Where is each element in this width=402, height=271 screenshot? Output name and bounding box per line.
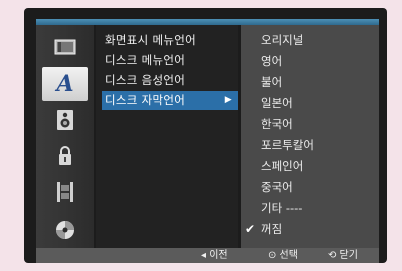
option-label: 한국어 [261, 117, 293, 131]
option-label: 오리지널 [261, 33, 304, 47]
option-french[interactable]: 불어 [241, 73, 379, 92]
film-icon[interactable] [42, 175, 88, 209]
option-japanese[interactable]: 일본어 [241, 94, 379, 113]
option-other[interactable]: 기타 ---- [241, 199, 379, 218]
prev-hint[interactable]: ◂ 이전 [201, 248, 228, 263]
menu-item-disc-menu-language[interactable]: 디스크 메뉴언어 [102, 51, 238, 70]
language-icon[interactable]: A [42, 67, 88, 101]
select-hint[interactable]: ⊙ 선택 [268, 248, 298, 263]
dvd-setup-screen: A 화면표시 메뉴언어 디스크 메뉴언어 디스크 음성언어 디스크 자막언어 ▶… [24, 8, 387, 263]
menu-item-label: 디스크 자막언어 [105, 93, 186, 107]
option-label: 포르투칼어 [261, 138, 314, 152]
menu-item-osd-language[interactable]: 화면표시 메뉴언어 [102, 31, 238, 50]
option-label: 기타 ---- [261, 201, 303, 215]
language-menu: 화면표시 메뉴언어 디스크 메뉴언어 디스크 음성언어 디스크 자막언어 ▶ [96, 25, 238, 248]
option-korean[interactable]: 한국어 [241, 115, 379, 134]
menu-item-label: 디스크 음성언어 [105, 73, 186, 87]
footer-hint-bar: ◂ 이전 ⊙ 선택 ⟲ 닫기 [36, 248, 379, 263]
menu-item-label: 디스크 메뉴언어 [105, 53, 186, 67]
close-hint[interactable]: ⟲ 닫기 [328, 248, 358, 263]
option-portuguese[interactable]: 포르투칼어 [241, 136, 379, 155]
option-english[interactable]: 영어 [241, 52, 379, 71]
disc-icon[interactable] [42, 213, 88, 247]
option-label: 영어 [261, 54, 283, 68]
option-off[interactable]: ✔ 꺼짐 [241, 220, 379, 239]
option-label: 불어 [261, 75, 283, 89]
lock-icon[interactable] [42, 139, 88, 173]
option-spanish[interactable]: 스페인어 [241, 157, 379, 176]
option-original[interactable]: 오리지널 [241, 31, 379, 50]
sidebar-icon-column: A [36, 25, 94, 248]
option-label: 스페인어 [261, 159, 304, 173]
option-label: 중국어 [261, 180, 293, 194]
menu-item-disc-subtitle-language[interactable]: 디스크 자막언어 ▶ [102, 91, 238, 110]
subtitle-options-list: 오리지널 영어 불어 일본어 한국어 포르투칼어 스페인어 중국어 기타 ---… [241, 25, 379, 248]
option-chinese[interactable]: 중국어 [241, 178, 379, 197]
option-label: 꺼짐 [261, 222, 283, 236]
menu-item-disc-audio-language[interactable]: 디스크 음성언어 [102, 71, 238, 90]
menu-item-label: 화면표시 메뉴언어 [105, 33, 196, 47]
audio-speaker-icon[interactable] [42, 103, 88, 137]
option-label: 일본어 [261, 96, 293, 110]
chevron-right-icon: ▶ [224, 95, 232, 105]
language-glyph: A [56, 71, 74, 97]
checkmark-icon: ✔ [245, 222, 256, 236]
display-icon[interactable] [42, 31, 88, 65]
setup-panel: A 화면표시 메뉴언어 디스크 메뉴언어 디스크 음성언어 디스크 자막언어 ▶… [36, 25, 379, 248]
